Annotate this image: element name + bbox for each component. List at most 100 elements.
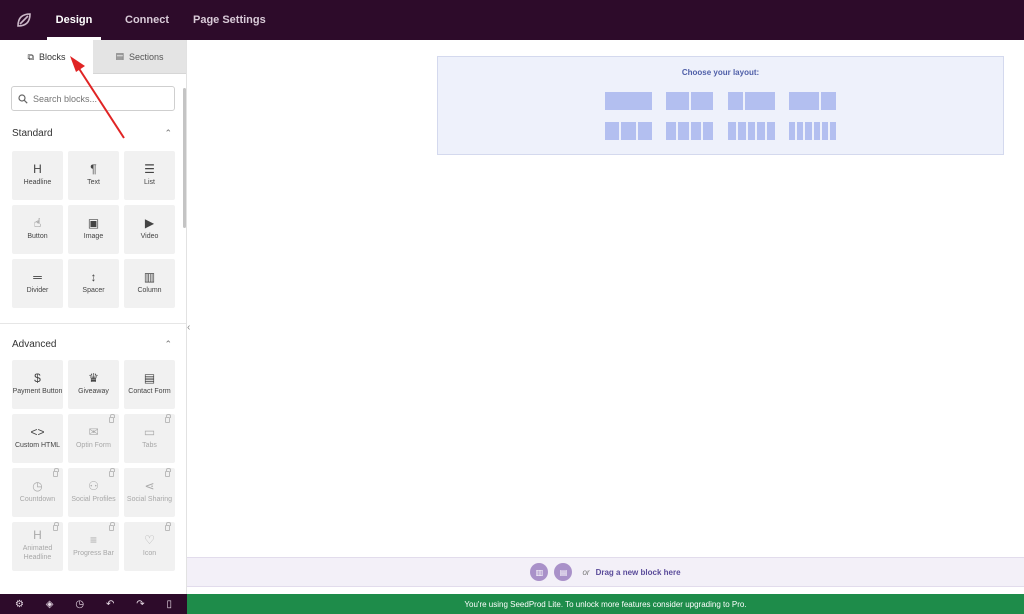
block-headline[interactable]: H Headline bbox=[12, 151, 63, 200]
layout-option-1-3-2-3[interactable] bbox=[728, 92, 775, 110]
tab-connect[interactable]: Connect bbox=[113, 0, 181, 40]
block-social-profiles[interactable]: ⚇ Social Profiles bbox=[68, 468, 119, 517]
share-icon: ⋖ bbox=[144, 478, 155, 493]
collapse-sidebar-icon[interactable]: ‹ bbox=[187, 322, 190, 333]
tab-sections-label: Sections bbox=[128, 51, 164, 62]
pointer-icon: ☝ bbox=[33, 215, 42, 230]
block-label: Image bbox=[83, 232, 104, 240]
tab-design[interactable]: Design bbox=[47, 0, 101, 40]
block-label: Animated Headline bbox=[22, 545, 53, 561]
standard-section-header[interactable]: Standard ⌃ bbox=[0, 125, 186, 141]
block-label: Tabs bbox=[142, 441, 157, 449]
standard-section-title: Standard bbox=[12, 127, 53, 139]
advanced-section-header[interactable]: Advanced ⌃ bbox=[0, 336, 186, 352]
block-optin-form[interactable]: ✉ Optin Form bbox=[68, 414, 119, 463]
block-label: Giveaway bbox=[78, 387, 109, 395]
advanced-blocks-grid: $ Payment Button ♛ Giveaway ▤ Contact Form <> C… bbox=[0, 360, 186, 571]
layout-title: Choose your layout: bbox=[681, 68, 760, 77]
drag-block-link[interactable]: Drag a new block here bbox=[596, 568, 681, 577]
section-divider bbox=[0, 323, 186, 324]
drop-or-text: or bbox=[582, 567, 590, 577]
layout-chooser: Choose your layout: bbox=[437, 56, 1004, 155]
lock-icon bbox=[109, 414, 115, 423]
tabs-icon: ▭ bbox=[143, 424, 156, 439]
block-image[interactable]: ▣ Image bbox=[68, 205, 119, 254]
block-button[interactable]: ☝ Button bbox=[12, 205, 63, 254]
undo-icon[interactable]: ↶ bbox=[106, 599, 114, 610]
block-list[interactable]: ☰ List bbox=[124, 151, 175, 200]
block-payment-button[interactable]: $ Payment Button bbox=[12, 360, 63, 409]
block-column[interactable]: ▥ Column bbox=[124, 259, 175, 308]
redo-icon[interactable]: ↷ bbox=[136, 599, 144, 610]
upgrade-notice[interactable]: You're using SeedProd Lite. To unlock mo… bbox=[187, 594, 1024, 614]
block-label: Custom HTML bbox=[14, 441, 61, 449]
layout-option-3-col[interactable] bbox=[605, 122, 652, 140]
block-progress-bar[interactable]: ≡ Progress Bar bbox=[68, 522, 119, 571]
stopwatch-icon: ◷ bbox=[32, 478, 43, 493]
lock-icon bbox=[53, 468, 59, 477]
layout-option-1-col[interactable] bbox=[605, 92, 652, 110]
block-label: Social Sharing bbox=[126, 495, 173, 503]
mail-icon: ✉ bbox=[88, 424, 99, 439]
video-icon: ▶ bbox=[144, 215, 155, 230]
block-label: Button bbox=[27, 232, 48, 240]
users-icon: ⚇ bbox=[88, 478, 99, 493]
layout-option-4-col[interactable] bbox=[666, 122, 713, 140]
block-tabs[interactable]: ▭ Tabs bbox=[124, 414, 175, 463]
block-custom-html[interactable]: <> Custom HTML bbox=[12, 414, 63, 463]
top-bar: Design Connect Page Settings bbox=[0, 0, 1024, 40]
layout-option-2-3-1-3[interactable] bbox=[789, 92, 836, 110]
layers-icon[interactable]: ◈ bbox=[46, 599, 54, 610]
code-icon: <> bbox=[30, 424, 45, 439]
payment-icon: $ bbox=[34, 370, 41, 385]
block-label: Column bbox=[137, 286, 162, 294]
mobile-preview-icon[interactable]: ▯ bbox=[167, 599, 173, 610]
drop-zone[interactable]: ▥ ▤ or Drag a new block here bbox=[187, 557, 1024, 587]
tab-page-settings[interactable]: Page Settings bbox=[181, 0, 278, 40]
sidebar-scrollbar[interactable] bbox=[183, 88, 186, 228]
add-columns-icon[interactable]: ▥ bbox=[530, 563, 549, 581]
history-icon[interactable]: ◷ bbox=[75, 599, 84, 610]
layout-option-2-col[interactable] bbox=[666, 92, 713, 110]
tab-sections[interactable]: ▤ Sections bbox=[93, 40, 186, 74]
block-label: Social Profiles bbox=[71, 495, 116, 503]
column-icon: ▥ bbox=[143, 269, 156, 284]
block-contact-form[interactable]: ▤ Contact Form bbox=[124, 360, 175, 409]
giveaway-icon: ♛ bbox=[88, 370, 99, 385]
chevron-up-icon[interactable]: ⌃ bbox=[164, 339, 172, 350]
block-label: Video bbox=[140, 232, 159, 240]
lock-icon bbox=[109, 522, 115, 531]
animated-headline-icon: H bbox=[33, 528, 42, 542]
lock-icon bbox=[165, 414, 171, 423]
search-box[interactable] bbox=[11, 86, 175, 111]
block-label: Spacer bbox=[82, 286, 105, 294]
block-spacer[interactable]: ↕ Spacer bbox=[68, 259, 119, 308]
block-social-sharing[interactable]: ⋖ Social Sharing bbox=[124, 468, 175, 517]
block-text[interactable]: ¶ Text bbox=[68, 151, 119, 200]
block-divider[interactable]: ═ Divider bbox=[12, 259, 63, 308]
blocks-icon: ⧉ bbox=[27, 51, 34, 62]
block-label: Optin Form bbox=[75, 441, 111, 449]
block-label: Divider bbox=[26, 286, 49, 294]
layout-option-5-col[interactable] bbox=[728, 122, 775, 140]
gear-icon[interactable]: ⚙ bbox=[15, 599, 24, 610]
form-icon: ▤ bbox=[143, 370, 156, 385]
standard-blocks-grid: H Headline ¶ Text ☰ List ☝ Button ▣ Image ▶ Video ═ D… bbox=[0, 151, 186, 308]
block-animated-headline[interactable]: H Animated Headline bbox=[12, 522, 63, 571]
block-countdown[interactable]: ◷ Countdown bbox=[12, 468, 63, 517]
tab-blocks-label: Blocks bbox=[38, 52, 66, 62]
block-label: List bbox=[144, 178, 155, 186]
block-giveaway[interactable]: ♛ Giveaway bbox=[68, 360, 119, 409]
seedprod-logo-icon[interactable] bbox=[0, 0, 47, 40]
add-section-icon[interactable]: ▤ bbox=[554, 563, 573, 581]
block-label: Text bbox=[87, 178, 100, 186]
sidebar-tabs: ⧉ Blocks ▤ Sections bbox=[0, 40, 186, 74]
tab-blocks[interactable]: ⧉ Blocks bbox=[0, 40, 93, 74]
chevron-up-icon[interactable]: ⌃ bbox=[164, 128, 172, 139]
search-input[interactable] bbox=[33, 93, 173, 104]
lock-icon bbox=[165, 468, 171, 477]
layout-option-6-col[interactable] bbox=[789, 122, 837, 140]
block-video[interactable]: ▶ Video bbox=[124, 205, 175, 254]
block-icon[interactable]: ♡ Icon bbox=[124, 522, 175, 571]
lock-icon bbox=[53, 522, 59, 531]
